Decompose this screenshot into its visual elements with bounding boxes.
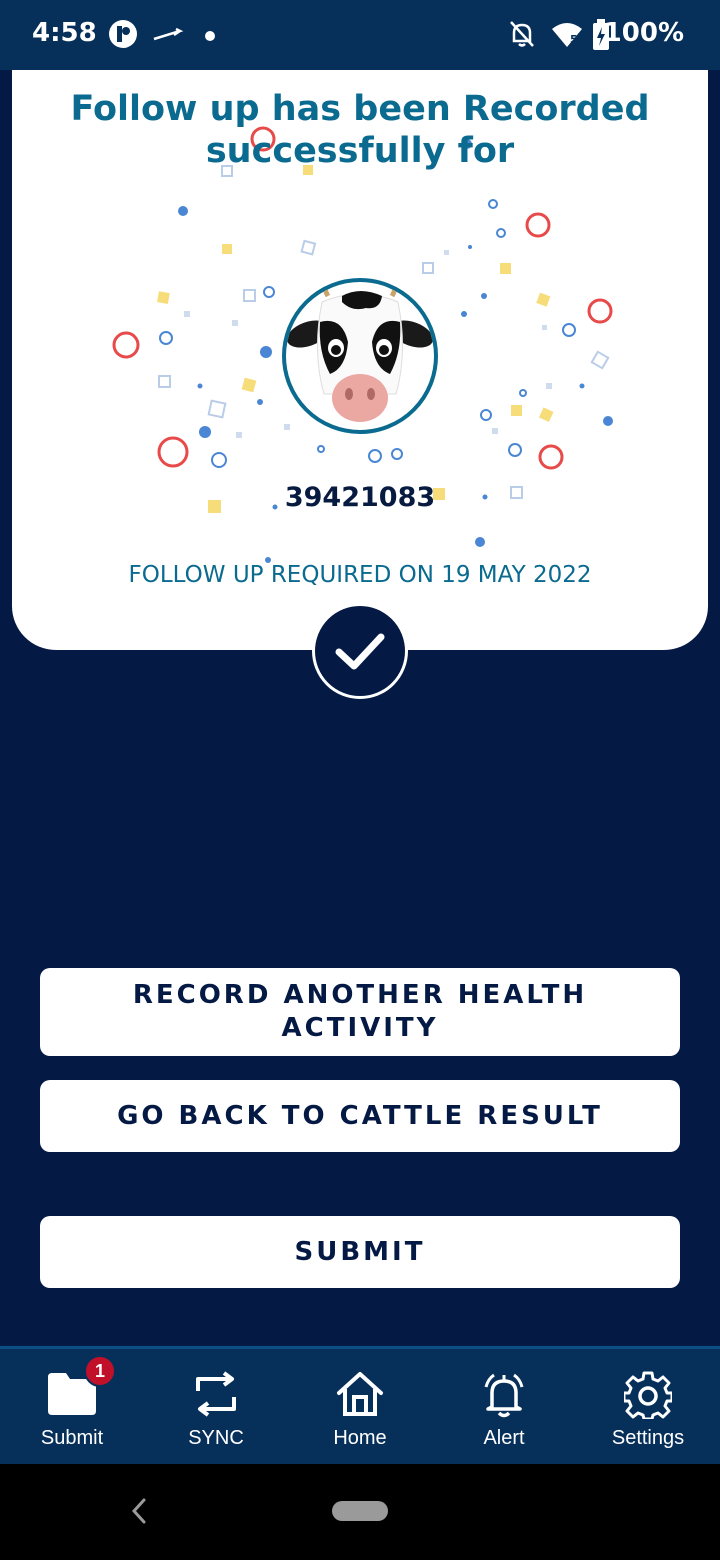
nav-item-alert[interactable]: Alert: [432, 1349, 576, 1467]
nav-label-home: Home: [333, 1427, 387, 1449]
nav-item-submit[interactable]: 1 Submit: [0, 1349, 144, 1467]
battery-percentage: 100%: [603, 18, 684, 48]
nav-label-alert: Alert: [483, 1427, 525, 1449]
airplane-arrow-icon: [152, 19, 184, 54]
cow-face-icon: [286, 282, 434, 422]
record-another-activity-button[interactable]: RECORD ANOTHER HEALTH ACTIVITY: [40, 968, 680, 1056]
back-to-cattle-result-button[interactable]: GO BACK TO CATTLE RESULT: [40, 1080, 680, 1152]
success-check-badge: [312, 603, 408, 699]
bell-icon: [484, 1373, 524, 1418]
system-back-icon[interactable]: [128, 1496, 150, 1531]
nav-item-sync[interactable]: SYNC: [144, 1349, 288, 1467]
nav-item-settings[interactable]: Settings: [576, 1349, 720, 1467]
notifications-off-icon: [508, 19, 536, 54]
bottom-navigation: 1 Submit SYNC Home Alert Settings: [0, 1346, 720, 1464]
status-bar: 4:58 5 100%: [0, 0, 720, 70]
submit-button[interactable]: SUBMIT: [40, 1216, 680, 1288]
app-icon: [108, 19, 138, 54]
submit-count-badge: 1: [84, 1355, 116, 1387]
svg-text:5: 5: [570, 33, 578, 46]
nav-label-sync: SYNC: [188, 1427, 244, 1449]
dot-icon: [204, 29, 216, 47]
success-title: Follow up has been Recorded successfully…: [70, 89, 650, 171]
animal-tag-number: 39421083: [284, 482, 436, 513]
followup-date-text: FOLLOW UP REQUIRED ON 19 MAY 2022: [128, 562, 592, 588]
sync-icon: [196, 1371, 236, 1417]
nav-label-settings: Settings: [611, 1427, 685, 1449]
wifi-5-icon: 5: [550, 19, 584, 54]
nav-item-home[interactable]: Home: [288, 1349, 432, 1467]
nav-label-submit: Submit: [40, 1427, 104, 1449]
cow-avatar: [282, 278, 438, 434]
system-home-pill[interactable]: [332, 1501, 388, 1521]
checkmark-icon: [335, 633, 385, 670]
home-icon: [337, 1372, 383, 1416]
gear-icon: [624, 1371, 672, 1419]
status-time: 4:58: [32, 18, 97, 48]
